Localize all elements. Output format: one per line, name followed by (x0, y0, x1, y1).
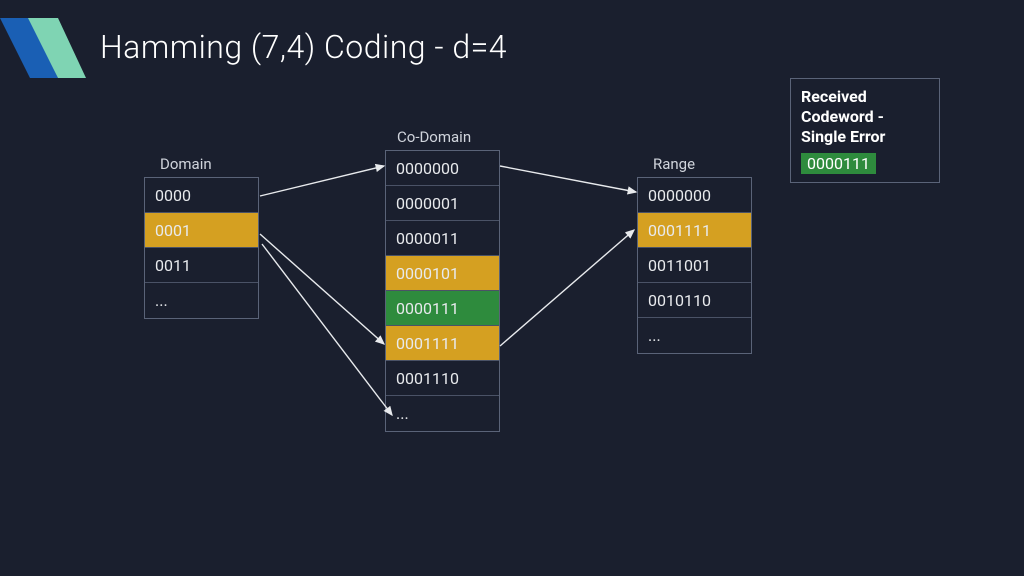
received-title: Received Codeword - Single Error (791, 79, 939, 153)
range-list-cell: ... (638, 318, 751, 353)
codomain-list-cell: 0001110 (386, 361, 499, 396)
codomain-list-cell: 0000000 (386, 151, 499, 186)
domain-list-cell: 0001 (145, 213, 258, 248)
received-codeword-box: Received Codeword - Single Error 0000111 (790, 78, 940, 183)
domain-list-cell: ... (145, 283, 258, 318)
domain-list-cell: 0000 (145, 178, 258, 213)
codomain-list-cell: 0001111 (386, 326, 499, 361)
domain-list-cell: 0011 (145, 248, 258, 283)
domain-label: Domain (160, 155, 212, 173)
codomain-list-cell: ... (386, 396, 499, 431)
codomain-list-cell: 0000101 (386, 256, 499, 291)
range-label: Range (653, 155, 695, 173)
slide-title: Hamming (7,4) Coding - d=4 (100, 28, 507, 66)
domain-list: 000000010011... (144, 177, 259, 319)
range-list-cell: 0010110 (638, 283, 751, 318)
codomain-list: 0000000000000100000110000101000011100011… (385, 150, 500, 432)
codomain-list-cell: 0000001 (386, 186, 499, 221)
codomain-list-cell: 0000111 (386, 291, 499, 326)
codomain-list-cell: 0000011 (386, 221, 499, 256)
range-list-cell: 0000000 (638, 178, 751, 213)
received-code: 0000111 (801, 153, 876, 174)
range-list: 0000000000111100110010010110... (637, 177, 752, 354)
corner-accent (0, 0, 100, 100)
range-list-cell: 0011001 (638, 248, 751, 283)
range-list-cell: 0001111 (638, 213, 751, 248)
codomain-label: Co-Domain (397, 128, 471, 146)
